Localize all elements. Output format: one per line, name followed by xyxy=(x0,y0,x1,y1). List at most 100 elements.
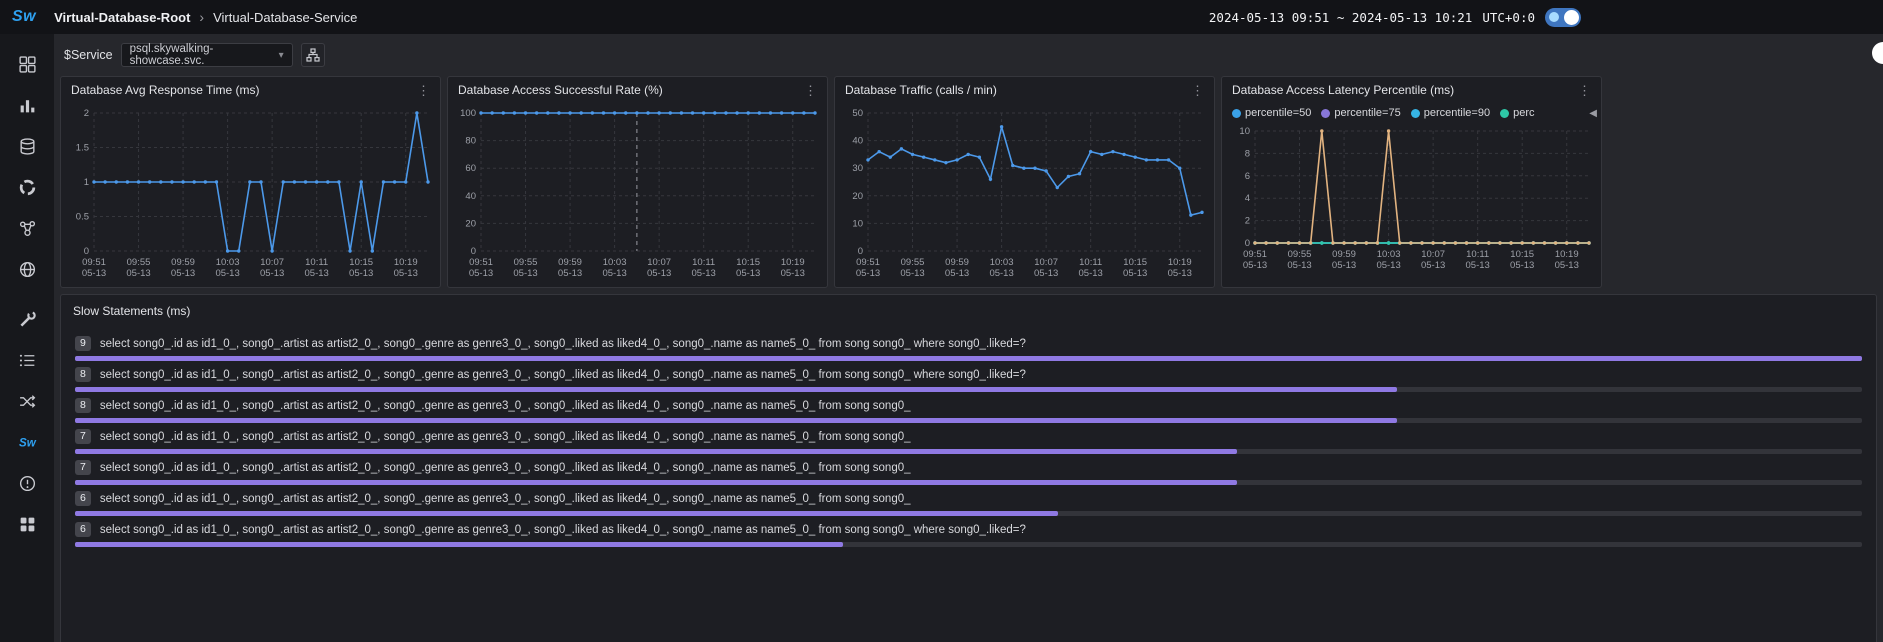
chart-canvas: 024681009:5105-1309:5505-1309:5905-1310:… xyxy=(1225,123,1599,273)
svg-text:05-13: 05-13 xyxy=(1465,260,1489,271)
chart-body: 00.511.5209:5105-1309:5505-1309:5905-131… xyxy=(61,103,440,283)
sidebar-item-shuffle[interactable] xyxy=(0,381,54,422)
sidebar-item-wrench[interactable] xyxy=(0,299,54,340)
database-icon xyxy=(18,137,37,156)
kebab-menu-icon[interactable]: ⋮ xyxy=(1578,84,1591,97)
statement-count-badge: 6 xyxy=(75,491,91,506)
statement-count-badge: 7 xyxy=(75,429,91,444)
skywalking-logo[interactable]: Sw xyxy=(12,8,36,26)
kebab-menu-icon[interactable]: ⋮ xyxy=(1191,84,1204,97)
chart-panel-latency-percentile: Database Access Latency Percentile (ms) … xyxy=(1221,76,1602,288)
svg-text:05-13: 05-13 xyxy=(1287,260,1311,271)
statement-sql-text: select song0_.id as id1_0_, song0_.artis… xyxy=(100,338,1026,350)
slow-statement-row[interactable]: 7 select song0_.id as id1_0_, song0_.arti… xyxy=(75,428,1862,454)
layout: Sw $Service psql.skywalking-showcase.svc… xyxy=(0,34,1883,642)
svg-text:10: 10 xyxy=(852,218,863,229)
statement-count-badge: 8 xyxy=(75,367,91,382)
legend-dot-icon xyxy=(1411,109,1420,118)
sidebar-item-alert[interactable] xyxy=(0,463,54,504)
statement-latency-track xyxy=(75,387,1862,392)
slow-statement-row[interactable]: 8select song0_.id as id1_0_, song0_.arti… xyxy=(75,397,1862,423)
svg-text:09:55: 09:55 xyxy=(513,257,537,268)
svg-text:8: 8 xyxy=(1244,148,1249,159)
svg-text:0: 0 xyxy=(1244,238,1249,249)
sidebar-item-dashboard-grid[interactable] xyxy=(0,44,54,85)
statement-latency-bar xyxy=(75,480,1237,485)
svg-text:80: 80 xyxy=(465,136,476,147)
chart-panel-successful-rate: Database Access Successful Rate (%) ⋮ 02… xyxy=(447,76,828,288)
legend-dot-icon xyxy=(1500,109,1509,118)
svg-text:10:07: 10:07 xyxy=(260,257,284,268)
svg-text:05-13: 05-13 xyxy=(126,268,150,279)
svg-text:09:55: 09:55 xyxy=(1287,249,1311,260)
panel-header: Slow Statements (ms) xyxy=(61,295,1876,327)
svg-text:05-13: 05-13 xyxy=(393,268,417,279)
breadcrumb-separator-icon: › xyxy=(199,9,204,25)
slow-statement-row[interactable]: 6select song0_.id as id1_0_, song0_.arti… xyxy=(75,521,1862,547)
list-icon xyxy=(18,351,37,370)
svg-text:05-13: 05-13 xyxy=(468,268,492,279)
legend-item[interactable]: perc xyxy=(1500,107,1534,119)
breadcrumb-root[interactable]: Virtual-Database-Root xyxy=(54,10,190,25)
svg-text:0: 0 xyxy=(857,246,862,257)
breadcrumb-current[interactable]: Virtual-Database-Service xyxy=(213,10,357,25)
statement-latency-track xyxy=(75,511,1862,516)
svg-text:05-13: 05-13 xyxy=(259,268,283,279)
panel-header: Database Avg Response Time (ms) ⋮ xyxy=(61,77,440,103)
svg-text:05-13: 05-13 xyxy=(1123,268,1147,279)
floating-action-button[interactable] xyxy=(1872,42,1883,64)
chart-title: Database Access Successful Rate (%) xyxy=(458,83,663,97)
sidebar-item-globe[interactable] xyxy=(0,249,54,290)
svg-text:05-13: 05-13 xyxy=(780,268,804,279)
breadcrumb: Virtual-Database-Root › Virtual-Database… xyxy=(54,9,357,25)
slow-statement-row[interactable]: 9select song0_.id as id1_0_, song0_.arti… xyxy=(75,335,1862,361)
sidebar-item-cluster[interactable] xyxy=(0,208,54,249)
svg-text:10:19: 10:19 xyxy=(1554,249,1578,260)
sidebar-item-bar-chart[interactable] xyxy=(0,85,54,126)
sidebar-item-skywalking-logo[interactable]: Sw xyxy=(0,422,54,463)
sidebar-item-database[interactable] xyxy=(0,126,54,167)
svg-text:09:59: 09:59 xyxy=(558,257,582,268)
sidebar-item-list[interactable] xyxy=(0,340,54,381)
kebab-menu-icon[interactable]: ⋮ xyxy=(417,84,430,97)
svg-text:05-13: 05-13 xyxy=(736,268,760,279)
svg-text:2: 2 xyxy=(1244,216,1249,227)
legend-item[interactable]: percentile=50 xyxy=(1232,107,1311,119)
statement-latency-bar xyxy=(75,387,1397,392)
timezone[interactable]: UTC+0:0 xyxy=(1482,10,1535,25)
svg-text:6: 6 xyxy=(1244,171,1249,182)
theme-toggle[interactable] xyxy=(1545,8,1581,27)
legend-scroll-left-icon[interactable]: ◀ xyxy=(1586,108,1597,119)
sidebar-item-donut-chart[interactable] xyxy=(0,167,54,208)
sidebar-item-apps-grid[interactable] xyxy=(0,504,54,545)
svg-text:100: 100 xyxy=(460,108,476,119)
slow-statement-row[interactable]: 7select song0_.id as id1_0_, song0_.arti… xyxy=(75,459,1862,485)
svg-text:0: 0 xyxy=(83,246,88,257)
svg-text:1: 1 xyxy=(83,177,88,188)
statement-latency-track xyxy=(75,480,1862,485)
svg-text:09:51: 09:51 xyxy=(82,257,106,268)
topology-link-button[interactable] xyxy=(301,43,325,67)
slow-statement-row[interactable]: 8select song0_.id as id1_0_, song0_.arti… xyxy=(75,366,1862,392)
legend-item[interactable]: percentile=90 xyxy=(1411,107,1490,119)
svg-text:20: 20 xyxy=(852,191,863,202)
charts-row: Database Avg Response Time (ms) ⋮ 00.511… xyxy=(54,76,1883,288)
chart-canvas: 02040608010009:5105-1309:5505-1309:5905-… xyxy=(451,103,825,283)
statement-sql-text: select song0_.id as id1_0_, song0_.artis… xyxy=(100,431,911,443)
statement-latency-track xyxy=(75,449,1862,454)
kebab-menu-icon[interactable]: ⋮ xyxy=(804,84,817,97)
time-range[interactable]: 2024-05-13 09:51 ~ 2024-05-13 10:21 xyxy=(1209,10,1472,25)
svg-text:05-13: 05-13 xyxy=(215,268,239,279)
slow-statement-row[interactable]: 6select song0_.id as id1_0_, song0_.arti… xyxy=(75,490,1862,516)
legend-item[interactable]: percentile=75 xyxy=(1321,107,1400,119)
svg-text:09:59: 09:59 xyxy=(1332,249,1356,260)
svg-text:10:11: 10:11 xyxy=(305,257,328,268)
svg-text:Sw: Sw xyxy=(19,437,37,450)
svg-text:05-13: 05-13 xyxy=(349,268,373,279)
svg-text:05-13: 05-13 xyxy=(1033,268,1057,279)
slow-statements-rows: 9select song0_.id as id1_0_, song0_.arti… xyxy=(61,327,1876,547)
service-select[interactable]: psql.skywalking-showcase.svc. ▾ xyxy=(121,43,293,67)
svg-text:05-13: 05-13 xyxy=(1078,268,1102,279)
sidebar: Sw xyxy=(0,34,54,642)
svg-text:05-13: 05-13 xyxy=(1376,260,1400,271)
